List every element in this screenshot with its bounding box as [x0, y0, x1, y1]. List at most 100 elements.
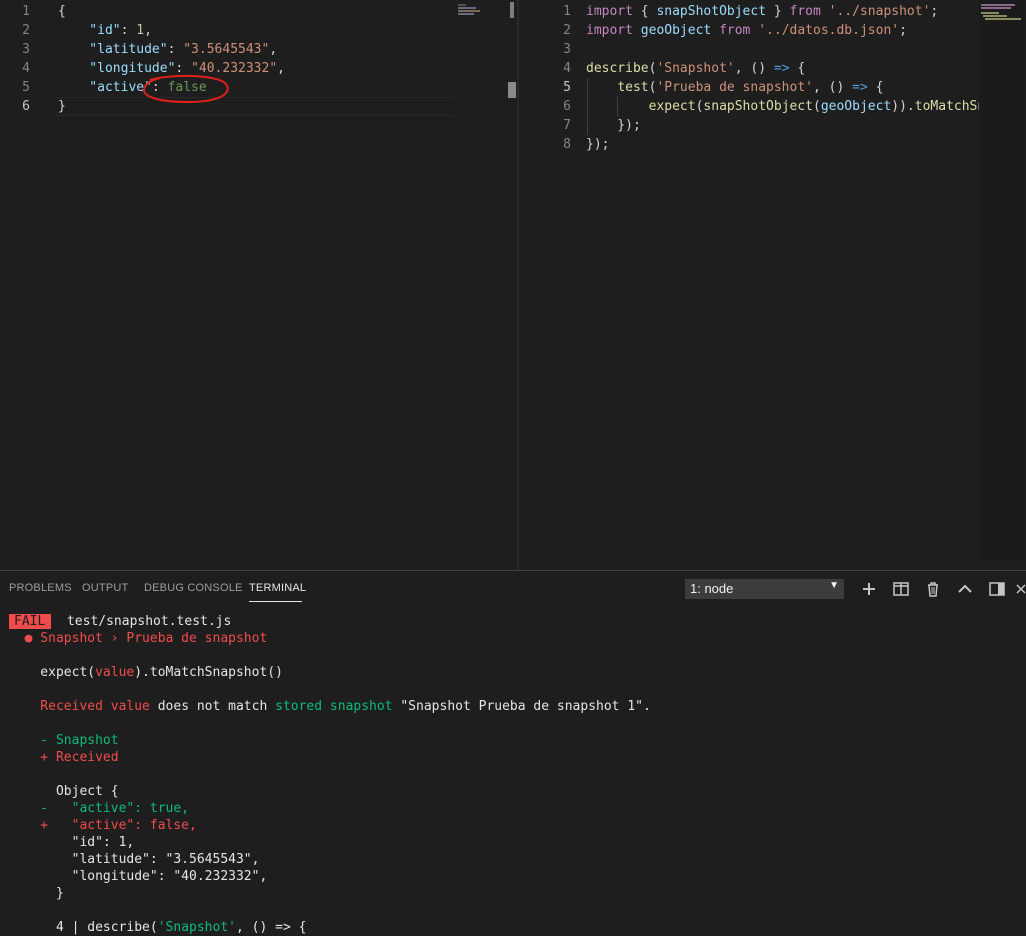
code-token: test	[617, 80, 649, 95]
line-number: 5	[22, 80, 30, 95]
right-minimap[interactable]	[979, 0, 1025, 560]
code-line[interactable]: 2 "id": 1,	[0, 21, 517, 40]
split-terminal-icon[interactable]	[892, 580, 910, 598]
code-line[interactable]: 6}	[0, 97, 517, 116]
line-number: 1	[22, 4, 30, 19]
code-token: ;	[930, 4, 939, 19]
tab-output[interactable]: OUTPUT	[82, 582, 128, 594]
left-scrollbar-thumb[interactable]	[510, 2, 514, 18]
code-line[interactable]: 2 import geoObject from '../datos.db.json…	[519, 21, 1026, 40]
left-minimap[interactable]	[456, 0, 512, 560]
vertical-scrollbar-thumb[interactable]	[508, 82, 516, 98]
chevron-up-icon[interactable]	[956, 580, 974, 598]
annotation-circle-icon	[142, 74, 229, 104]
code-line[interactable]: 3 "latitude": "3.5645543",	[0, 40, 517, 59]
code-token: =>	[773, 61, 790, 76]
chevron-down-icon: ▼	[829, 580, 839, 591]
code-token: {	[789, 61, 806, 76]
terminal-line: Received value does not match stored sna…	[9, 698, 651, 715]
code-token: ,	[277, 61, 285, 76]
code-token: {	[867, 80, 884, 95]
right-editor-pane[interactable]: 1 import { snapShotObject } from '../snap…	[519, 0, 1026, 570]
terminal-line: - Snapshot	[9, 732, 119, 749]
terminal-text: - Snapshot	[9, 733, 119, 748]
code-line[interactable]: 1 import { snapShotObject } from '../snap…	[519, 2, 1026, 21]
fail-badge: FAIL	[9, 614, 52, 629]
code-token: :	[120, 23, 137, 38]
code-text: }	[58, 97, 66, 116]
terminal-output[interactable]: FAIL test/snapshot.test.js ● Snapshot › …	[0, 613, 1026, 936]
terminal-text: "longitude": "40.232332",	[9, 869, 268, 884]
toggle-panel-position-icon[interactable]	[988, 580, 1006, 598]
code-token: , ()	[734, 61, 774, 76]
code-token: 1	[136, 23, 145, 38]
code-text: import { snapShotObject } from '../snaps…	[586, 2, 938, 21]
code-line[interactable]: 5 test('Prueba de snapshot', () => {	[519, 78, 1026, 97]
code-line[interactable]: 1{	[0, 2, 517, 21]
bottom-panel: PROBLEMS OUTPUT DEBUG CONSOLE TERMINAL 1…	[0, 570, 1026, 936]
line-number: 5	[563, 80, 571, 95]
code-token: (	[813, 99, 821, 114]
terminal-line: 4 | describe('Snapshot', () => {	[9, 919, 307, 936]
code-token: from	[719, 23, 751, 38]
left-editor-pane[interactable]: 1{2 "id": 1, 3 "latitude": "3.5645543", 4 …	[0, 0, 517, 570]
tab-problems[interactable]: PROBLEMS	[9, 582, 72, 594]
code-line[interactable]: 8});	[519, 135, 1026, 154]
code-token: '../datos.db.json'	[758, 23, 900, 38]
code-line[interactable]: 4 describe('Snapshot', () => {	[519, 59, 1026, 78]
terminal-line: "latitude": "3.5645543",	[9, 851, 260, 868]
trash-icon[interactable]	[924, 580, 942, 598]
line-number: 4	[22, 61, 30, 76]
code-token: 'Snapshot'	[656, 61, 735, 76]
code-line[interactable]: 4 "longitude": "40.232332",	[0, 59, 517, 78]
code-token: import	[586, 4, 633, 19]
line-number: 1	[563, 4, 571, 19]
code-line[interactable]: 6 expect(snapShotObject(geoObject)).toMa…	[519, 97, 1026, 116]
editor-area: 1{2 "id": 1, 3 "latitude": "3.5645543", 4 …	[0, 0, 1026, 570]
terminal-text: 'Snapshot'	[157, 920, 236, 935]
plus-icon[interactable]	[860, 580, 878, 598]
code-token: {	[632, 4, 657, 19]
terminal-line: Object {	[9, 783, 119, 800]
code-line[interactable]: 7 });	[519, 116, 1026, 135]
code-token: import	[586, 23, 633, 38]
code-token: describe	[586, 61, 649, 76]
close-icon[interactable]	[1016, 580, 1026, 598]
terminal-text: "Snapshot Prueba de snapshot 1".	[392, 699, 651, 714]
code-token: '../snapshot'	[828, 4, 931, 19]
terminal-text: Received value	[9, 699, 150, 714]
code-token: {	[58, 4, 66, 19]
terminal-line: }	[9, 885, 64, 902]
code-token: }	[766, 4, 790, 19]
code-token: snapShotObject	[656, 4, 767, 19]
line-number: 7	[563, 118, 571, 133]
terminal-line: expect(value).toMatchSnapshot()	[9, 664, 283, 681]
code-token: }	[58, 99, 66, 114]
terminal-text: does not match	[149, 699, 276, 714]
code-text: test('Prueba de snapshot', () => {	[586, 78, 883, 97]
tab-terminal[interactable]: TERMINAL	[249, 582, 306, 594]
line-number: 6	[22, 99, 30, 114]
code-token: ;	[899, 23, 907, 38]
code-token: geoObject	[640, 23, 712, 38]
line-number: 8	[563, 137, 571, 152]
terminal-line: FAIL test/snapshot.test.js	[9, 613, 231, 630]
terminal-text: ● Snapshot › Prueba de snapshot	[9, 631, 268, 646]
code-line[interactable]: 3	[519, 40, 1026, 59]
line-number: 2	[22, 23, 30, 38]
code-token: ,	[144, 23, 152, 38]
terminal-text: }	[9, 886, 64, 901]
code-token: });	[586, 137, 610, 152]
code-token: "3.5645543"	[183, 42, 270, 57]
terminal-select[interactable]: 1: node ▼	[685, 579, 844, 599]
terminal-text: ).toMatchSnapshot()	[134, 665, 283, 680]
tab-debug-console[interactable]: DEBUG CONSOLE	[144, 582, 243, 594]
terminal-line: "longitude": "40.232332",	[9, 868, 268, 885]
code-line[interactable]: 5 "active": false	[0, 78, 517, 97]
terminal-text: , () => {	[236, 920, 307, 935]
code-token: "id"	[58, 23, 121, 38]
